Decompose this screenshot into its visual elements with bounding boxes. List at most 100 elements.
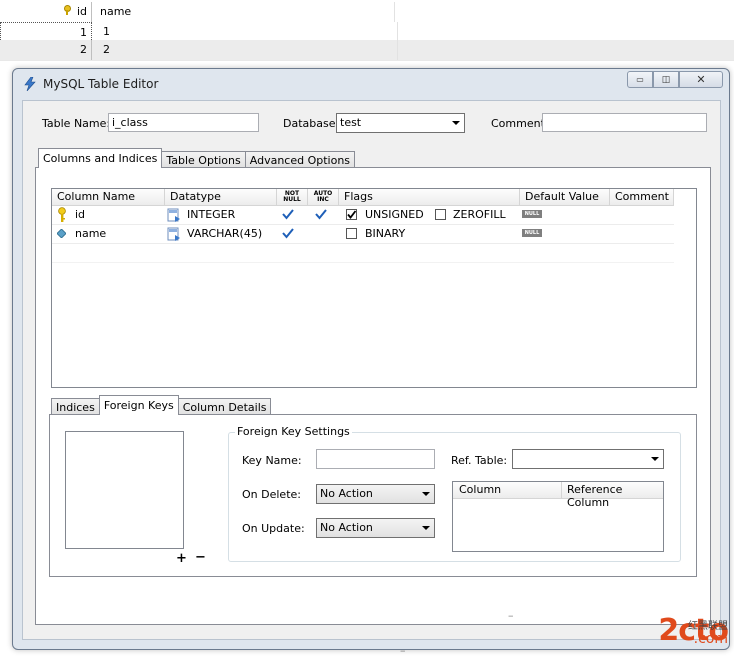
sub-tabs: Indices Foreign Keys Column Details (51, 395, 272, 415)
on-update-select[interactable]: No Action (316, 518, 435, 538)
unsigned-checkbox[interactable] (346, 209, 357, 220)
key-name-label: Key Name: (242, 454, 302, 467)
col-header-not-null[interactable]: NOT NULL (277, 189, 308, 205)
binary-checkbox[interactable] (346, 228, 357, 239)
header-name: name (100, 5, 132, 18)
status-dash: – (508, 609, 514, 622)
ref-table-label: Ref. Table: (451, 454, 508, 467)
default-null-badge[interactable]: NULL (522, 210, 542, 218)
watermark-suffix: .com (693, 631, 728, 647)
cell-id[interactable]: 1 (0, 22, 92, 42)
not-null-check-icon[interactable] (282, 227, 294, 239)
reference-columns-grid[interactable]: Column Reference Column (452, 481, 664, 552)
cell-id[interactable]: 2 (0, 40, 92, 60)
table-name-label: Table Name: (42, 117, 111, 130)
minimize-button[interactable]: ▭ (627, 71, 653, 88)
result-grid-header: id name (0, 2, 734, 23)
restore-button[interactable]: ◫ (653, 71, 679, 88)
flag-binary-label: BINARY (365, 227, 406, 240)
foreign-keys-panel: + − Foreign Key Settings Key Name: Ref. … (49, 414, 697, 577)
ref-header-column[interactable]: Column (459, 483, 501, 496)
close-button[interactable]: ✕ (679, 71, 723, 88)
datatype-icon (167, 227, 180, 241)
tab-indices[interactable]: Indices (51, 398, 100, 415)
column-diamond-icon (57, 229, 66, 238)
col-header-flags[interactable]: Flags (339, 189, 520, 205)
title-bar[interactable]: MySQL Table Editor ▭ ◫ ✕ (13, 69, 729, 99)
window-title: MySQL Table Editor (43, 77, 159, 91)
column-name[interactable]: id (75, 205, 85, 224)
on-delete-value: No Action (320, 487, 373, 500)
tab-columns-and-indices[interactable]: Columns and Indices (38, 148, 163, 168)
remove-foreign-key-button[interactable]: − (195, 550, 206, 565)
default-null-badge[interactable]: NULL (522, 229, 542, 237)
foreign-key-settings-group: Foreign Key Settings Key Name: Ref. Tabl… (228, 425, 681, 562)
checkmark-icon (347, 210, 357, 219)
database-select[interactable]: test (336, 113, 465, 133)
column-row[interactable]: id INTEGER UNSIGNED ZEROFILL NULL (52, 205, 674, 225)
key-icon (63, 5, 71, 15)
on-delete-select[interactable]: No Action (316, 484, 435, 504)
result-grid: id name 1 1 2 2 (0, 0, 734, 70)
site-watermark: 2cto 红黑联盟 .com (658, 613, 729, 648)
column-row[interactable]: name VARCHAR(45) BINARY NULL (52, 224, 674, 244)
table-row[interactable]: 2 2 (0, 40, 734, 61)
auto-inc-check-icon[interactable] (315, 208, 327, 220)
window-controls: ▭ ◫ ✕ (627, 71, 723, 88)
add-foreign-key-button[interactable]: + (176, 551, 187, 566)
tab-column-details[interactable]: Column Details (177, 398, 272, 415)
col-header-column-name[interactable]: Column Name (52, 189, 165, 205)
tab-table-options[interactable]: Table Options (161, 151, 246, 168)
table-name-input[interactable]: i_class (108, 113, 259, 132)
col-header-default-value[interactable]: Default Value (520, 189, 610, 205)
chevron-down-icon (422, 492, 430, 496)
chevron-down-icon (422, 526, 430, 530)
header-id-cell[interactable]: id (0, 2, 92, 22)
header-id: id (76, 5, 87, 18)
columns-grid-header: Column Name Datatype NOT NULL AUTO INC F… (52, 189, 674, 206)
comment-label: Comment: (491, 117, 549, 130)
column-datatype[interactable]: INTEGER (187, 205, 235, 224)
columns-and-indices-panel: Column Name Datatype NOT NULL AUTO INC F… (35, 167, 711, 625)
not-null-check-icon[interactable] (282, 208, 294, 220)
main-tabs: Columns and Indices Table Options Advanc… (38, 148, 356, 168)
col-header-auto-inc[interactable]: AUTO INC (308, 189, 339, 205)
header-divider (561, 482, 562, 498)
column-datatype[interactable]: VARCHAR(45) (187, 224, 262, 243)
header-name-cell[interactable]: name (100, 2, 395, 22)
watermark-cn: 红黑联盟 (688, 621, 728, 632)
flag-unsigned-label: UNSIGNED (365, 208, 424, 221)
col-header-comment[interactable]: Comment (610, 189, 674, 205)
on-update-value: No Action (320, 521, 373, 534)
app-lightning-icon (24, 77, 36, 91)
column-name[interactable]: name (75, 224, 106, 243)
empty-row[interactable] (52, 243, 674, 263)
ref-table-select[interactable] (512, 449, 664, 469)
comment-input[interactable] (542, 113, 707, 132)
cell-name[interactable]: 2 (100, 40, 398, 60)
primary-key-icon (58, 207, 66, 222)
key-name-input[interactable] (316, 449, 435, 469)
chevron-down-icon (651, 457, 659, 461)
tab-foreign-keys[interactable]: Foreign Keys (98, 395, 179, 415)
status-dash: – (400, 644, 406, 657)
foreign-key-list[interactable] (65, 431, 184, 549)
datatype-icon (167, 208, 180, 222)
restore-icon: ◫ (661, 74, 671, 85)
cell-name[interactable]: 1 (100, 22, 398, 42)
on-delete-label: On Delete: (242, 488, 301, 501)
zerofill-checkbox[interactable] (435, 209, 446, 220)
reference-columns-header: Column Reference Column (453, 482, 663, 509)
editor-client-area: Table Name: i_class Database: test Comme… (22, 100, 721, 657)
minimize-icon: ▭ (636, 75, 644, 84)
columns-grid: Column Name Datatype NOT NULL AUTO INC F… (51, 188, 697, 388)
database-value: test (340, 116, 362, 129)
on-update-label: On Update: (242, 522, 305, 535)
close-icon: ✕ (696, 73, 706, 86)
tab-advanced-options[interactable]: Advanced Options (244, 151, 356, 168)
ref-header-reference-column[interactable]: Reference Column (567, 483, 663, 509)
col-header-datatype[interactable]: Datatype (165, 189, 277, 205)
chevron-down-icon (452, 121, 460, 125)
mysql-table-editor-window: MySQL Table Editor ▭ ◫ ✕ Table Name: i_c… (12, 68, 730, 657)
flag-zerofill-label: ZEROFILL (453, 208, 506, 221)
